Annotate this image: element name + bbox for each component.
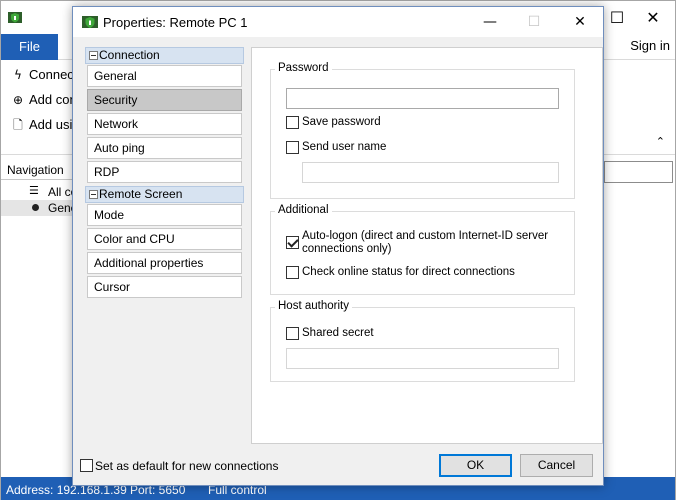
- properties-dialog: Properties: Remote PC 1 — ☐ ✕ Connection…: [72, 6, 604, 486]
- dialog-titlebar: Properties: Remote PC 1 — ☐ ✕: [73, 7, 603, 37]
- password-input[interactable]: [286, 88, 559, 109]
- navigation-divider: [1, 179, 74, 180]
- tree-item-general[interactable]: Gene: [1, 200, 74, 216]
- main-maximize-icon[interactable]: ☐: [603, 7, 631, 29]
- group-remote-screen[interactable]: Remote Screen: [85, 186, 244, 203]
- nav-item-network[interactable]: Network: [87, 113, 242, 135]
- nav-item-color-cpu[interactable]: Color and CPU: [87, 228, 242, 250]
- collapse-ribbon-icon[interactable]: ⌃: [656, 135, 665, 148]
- shared-secret-label[interactable]: Shared secret: [302, 327, 374, 339]
- minimize-icon[interactable]: —: [475, 11, 505, 33]
- shared-secret-checkbox[interactable]: [286, 327, 299, 340]
- lightning-icon: ϟ: [14, 68, 22, 82]
- main-close-icon[interactable]: ✕: [639, 7, 667, 29]
- list-icon: ☰: [29, 184, 39, 197]
- collapse-minus-icon[interactable]: [89, 51, 98, 60]
- ok-button[interactable]: OK: [439, 454, 512, 477]
- nav-item-mode[interactable]: Mode: [87, 204, 242, 226]
- close-icon[interactable]: ✕: [565, 11, 595, 33]
- dialog-shield-icon: [82, 16, 98, 28]
- connect-command[interactable]: ϟ Connect: [11, 67, 77, 82]
- cancel-button[interactable]: Cancel: [520, 454, 593, 477]
- file-tab[interactable]: File: [1, 34, 58, 60]
- shared-secret-input[interactable]: [286, 348, 559, 369]
- host-authority-group: Host authority Shared secret: [270, 300, 575, 382]
- add-using-command[interactable]: 🗋 Add usin: [11, 116, 79, 137]
- nav-item-general[interactable]: General: [87, 65, 242, 87]
- nav-item-security[interactable]: Security: [87, 89, 242, 111]
- security-settings-pane: Password Save password Send user name Ad…: [251, 47, 603, 444]
- check-online-status-checkbox[interactable]: [286, 266, 299, 279]
- navigation-header: Navigation: [7, 163, 64, 177]
- additional-group-title: Additional: [275, 204, 332, 216]
- tree-item-general-label: Gene: [48, 201, 74, 215]
- connect-command-label: Connect: [29, 67, 78, 82]
- send-user-name-label[interactable]: Send user name: [302, 141, 386, 153]
- nav-item-cursor[interactable]: Cursor: [87, 276, 242, 298]
- add-connection-command[interactable]: ⊕ Add con: [11, 92, 77, 107]
- dialog-title: Properties: Remote PC 1: [103, 15, 248, 30]
- nav-item-auto-ping[interactable]: Auto ping: [87, 137, 242, 159]
- password-group-title: Password: [275, 62, 332, 74]
- save-password-checkbox[interactable]: [286, 116, 299, 129]
- set-default-checkbox[interactable]: [80, 459, 93, 472]
- tree-item-all-label: All co: [48, 185, 74, 199]
- send-user-name-checkbox[interactable]: [286, 141, 299, 154]
- group-connection-title: Connection: [99, 48, 160, 62]
- group-remote-screen-title: Remote Screen: [99, 187, 183, 201]
- search-input[interactable]: [604, 161, 673, 183]
- save-password-label[interactable]: Save password: [302, 116, 381, 128]
- document-icon: 🗋: [13, 118, 23, 132]
- add-circle-icon: ⊕: [12, 93, 24, 107]
- tree-item-all[interactable]: ☰ All co: [1, 184, 74, 200]
- auto-logon-label-line1[interactable]: Auto-logon (direct and custom Internet-I…: [302, 230, 548, 242]
- add-connection-label: Add con: [29, 92, 77, 107]
- sign-in-link[interactable]: Sign in: [630, 38, 670, 53]
- user-name-input[interactable]: [302, 162, 559, 183]
- host-authority-group-title: Host authority: [275, 300, 352, 312]
- auto-logon-label-line2[interactable]: connections only): [302, 243, 392, 255]
- dot-icon: [32, 204, 39, 211]
- set-default-label[interactable]: Set as default for new connections: [95, 459, 278, 473]
- collapse-minus-icon[interactable]: [89, 190, 98, 199]
- check-online-status-label[interactable]: Check online status for direct connectio…: [302, 266, 515, 278]
- nav-item-additional-properties[interactable]: Additional properties: [87, 252, 242, 274]
- password-group: Password Save password Send user name: [270, 62, 575, 199]
- auto-logon-checkbox[interactable]: [286, 236, 299, 249]
- app-shield-icon: [8, 12, 22, 23]
- additional-group: Additional Auto-logon (direct and custom…: [270, 204, 575, 295]
- group-connection[interactable]: Connection: [85, 47, 244, 64]
- nav-item-rdp[interactable]: RDP: [87, 161, 242, 183]
- maximize-icon: ☐: [527, 14, 541, 30]
